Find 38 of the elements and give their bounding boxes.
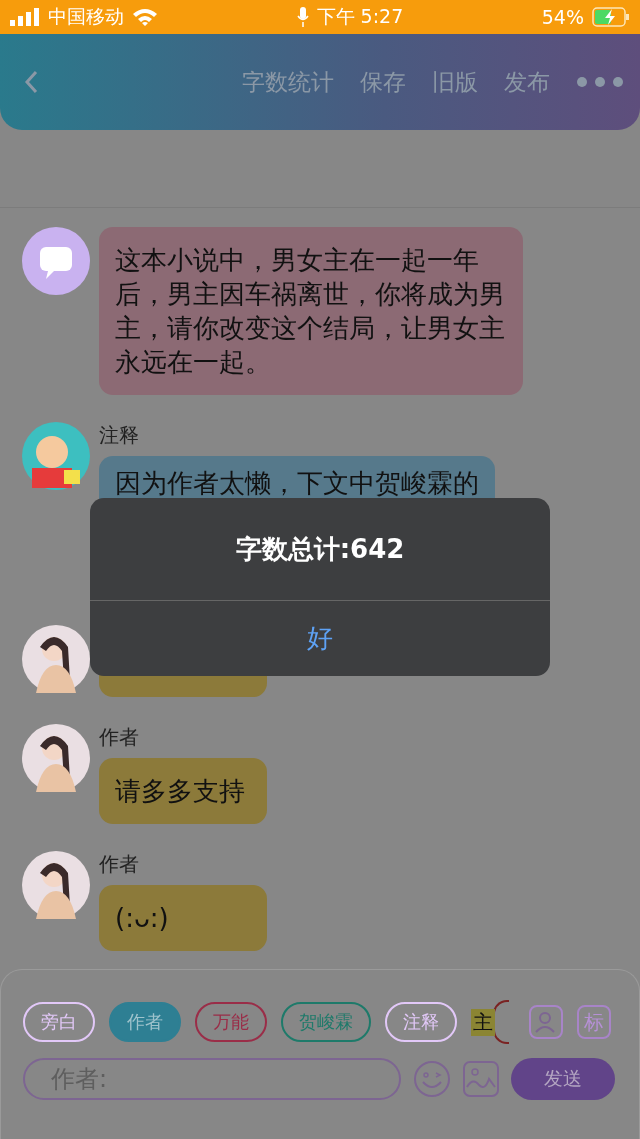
tag-button[interactable]: 标 — [577, 1005, 611, 1039]
sender-name: 注释 — [99, 422, 140, 446]
role-chip[interactable]: 万能 — [195, 1002, 267, 1042]
message-bubble: (:ᴗ:) — [99, 885, 267, 951]
header-action[interactable]: 字数统计 — [242, 66, 334, 98]
avatar — [22, 724, 90, 792]
header-action[interactable]: 保存 — [360, 66, 406, 98]
role-chip[interactable]: 作者 — [109, 1002, 181, 1042]
image-icon[interactable] — [463, 1061, 499, 1097]
alert-title: 字数总计:642 — [90, 498, 550, 601]
emoji-icon[interactable] — [413, 1060, 451, 1098]
avatar — [22, 625, 90, 693]
signal-icon — [10, 8, 40, 26]
sender-name: 作者 — [99, 724, 140, 748]
header-action[interactable]: 旧版 — [432, 66, 478, 98]
wifi-icon — [132, 8, 158, 26]
carrier-name: 中国移动 — [48, 4, 124, 29]
battery-percent: 54% — [541, 6, 584, 28]
avatar — [22, 422, 90, 490]
message-bubble: 这本小说中，男女主在一起一年后，男主因车祸离世，你将成为男主，请你改变这个结局，让男女主永远在一起。 — [99, 227, 523, 395]
sender-name: 作者 — [99, 851, 140, 875]
clock-time: 下午 5:27 — [316, 4, 404, 29]
highlight-tag: 主 — [471, 1008, 495, 1036]
back-icon[interactable] — [24, 70, 38, 94]
more-icon[interactable] — [576, 76, 624, 88]
bot-avatar — [22, 227, 90, 295]
contact-button[interactable] — [529, 1005, 563, 1039]
battery-charging-icon — [592, 7, 630, 27]
message-bubble: 请多多支持 — [99, 758, 267, 824]
person-icon — [534, 1010, 558, 1034]
send-button[interactable]: 发送 — [511, 1058, 615, 1100]
role-chip[interactable]: 注释 — [385, 1002, 457, 1042]
avatar — [22, 851, 90, 919]
ok-button[interactable]: 好 — [90, 601, 550, 676]
role-chip[interactable]: 贺峻霖 — [281, 1002, 371, 1042]
header-action[interactable]: 发布 — [504, 66, 550, 98]
microphone-icon — [296, 7, 309, 27]
role-chip[interactable]: 旁白 — [23, 1002, 95, 1042]
